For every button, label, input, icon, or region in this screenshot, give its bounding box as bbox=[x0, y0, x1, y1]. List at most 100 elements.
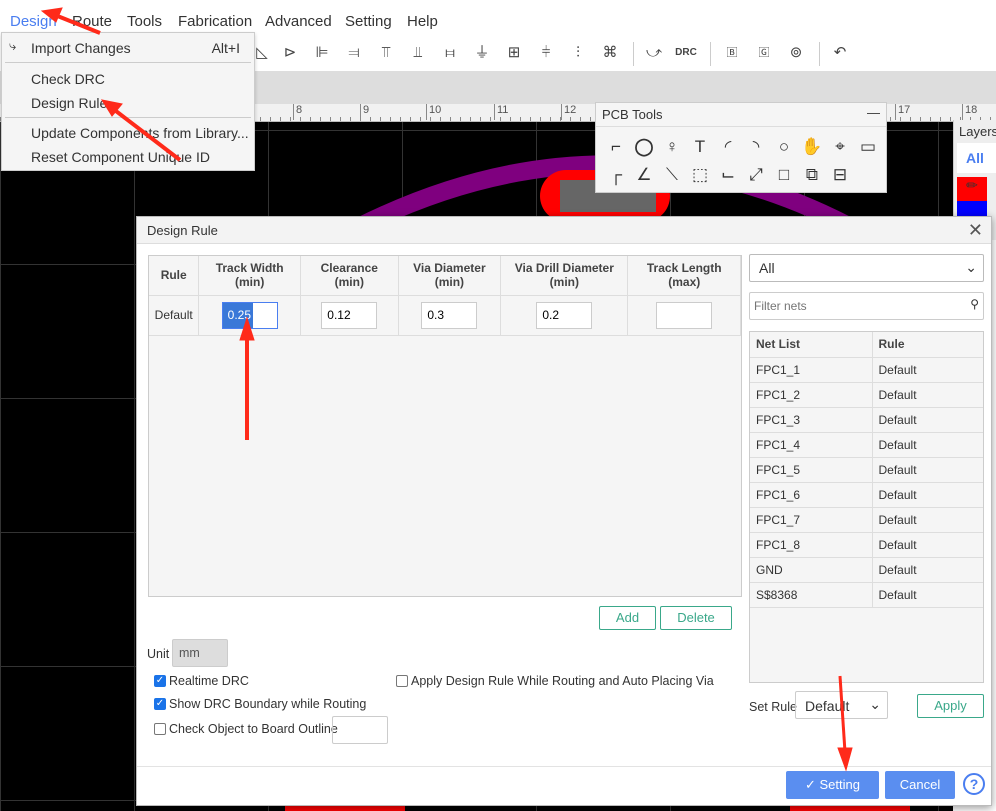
menu-design[interactable]: Design bbox=[10, 13, 57, 30]
net-row[interactable]: GND Default bbox=[750, 557, 983, 583]
net-row[interactable]: FPC1_5 Default bbox=[750, 457, 983, 483]
track-width-input[interactable] bbox=[221, 301, 278, 329]
delete-button[interactable]: Delete bbox=[660, 606, 732, 630]
board-b-icon[interactable]: 🄱 bbox=[720, 41, 744, 65]
col-net-rule: Rule bbox=[872, 332, 983, 358]
image-icon[interactable]: ▭ bbox=[856, 135, 880, 159]
grid-icon[interactable]: ⊞ bbox=[502, 41, 526, 65]
copper-area-icon[interactable]: ⬚ bbox=[688, 163, 712, 187]
add-button[interactable]: Add bbox=[599, 606, 656, 630]
menu-help[interactable]: Help bbox=[407, 13, 438, 30]
board-outline-input[interactable] bbox=[332, 716, 388, 744]
menu-fabrication[interactable]: Fabrication bbox=[178, 13, 252, 30]
track-icon[interactable]: ⌐ bbox=[604, 135, 628, 159]
net-row[interactable]: FPC1_4 Default bbox=[750, 432, 983, 458]
group-icon[interactable]: ⌘ bbox=[598, 41, 622, 65]
menu-item-design-rule[interactable]: Design Rule... bbox=[31, 95, 119, 111]
via-icon[interactable]: ♀ bbox=[660, 135, 684, 159]
solid-region-icon[interactable]: ⌙ bbox=[716, 163, 740, 187]
apply-button[interactable]: Apply bbox=[917, 694, 984, 718]
via-diameter-input[interactable] bbox=[421, 301, 478, 329]
net-row[interactable]: FPC1_6 Default bbox=[750, 482, 983, 508]
pad-icon[interactable]: ◯ bbox=[632, 135, 656, 159]
arc-icon[interactable]: ◜ bbox=[716, 135, 740, 159]
check-board-outline-checkbox[interactable]: Check Object to Board Outline bbox=[154, 722, 338, 736]
distribute-h-icon[interactable]: ⫩ bbox=[534, 41, 558, 65]
angle-icon[interactable]: ∠ bbox=[632, 163, 656, 187]
connect-icon[interactable]: ⟍ bbox=[660, 163, 684, 187]
net-row[interactable]: FPC1_2 Default bbox=[750, 382, 983, 408]
import-changes-icon[interactable]: ⤻ bbox=[642, 41, 666, 65]
pcb-tools-header[interactable]: PCB Tools — bbox=[596, 103, 886, 127]
circle-icon[interactable]: ○ bbox=[772, 135, 796, 159]
group-icon[interactable]: ⧉ bbox=[800, 163, 824, 187]
realtime-drc-checkbox[interactable]: ✓ Realtime DRC bbox=[154, 674, 249, 688]
checkbox-icon[interactable] bbox=[396, 675, 408, 687]
table-icon[interactable]: ⊟ bbox=[828, 163, 852, 187]
net-row[interactable]: FPC1_7 Default bbox=[750, 507, 983, 533]
toolbar-divider bbox=[633, 42, 634, 66]
back-icon[interactable]: ↶ bbox=[828, 41, 852, 65]
menu-item-import-changes[interactable]: Import Changes bbox=[31, 40, 131, 56]
minimize-button[interactable]: — bbox=[867, 105, 880, 120]
clearance-input[interactable] bbox=[321, 301, 378, 329]
layers-tab-all[interactable]: All bbox=[957, 143, 996, 173]
checkbox-icon[interactable]: ✓ bbox=[154, 698, 166, 710]
drc-icon[interactable]: DRC bbox=[674, 41, 698, 65]
align-right-icon[interactable]: ⫤ bbox=[342, 41, 366, 65]
dimension-icon[interactable]: ┌ bbox=[604, 163, 628, 187]
select-value: Default bbox=[805, 698, 850, 714]
checkbox-icon[interactable] bbox=[154, 723, 166, 735]
via-drill-input[interactable] bbox=[536, 301, 593, 329]
col-track-width: Track Width (min) bbox=[198, 256, 301, 296]
rectangle-icon[interactable]: □ bbox=[772, 163, 796, 187]
show-drc-boundary-checkbox[interactable]: ✓ Show DRC Boundary while Routing bbox=[154, 697, 366, 711]
align-vcenter-icon[interactable]: ⏚ bbox=[470, 41, 494, 65]
net-rule: Default bbox=[872, 482, 983, 508]
setting-button[interactable]: ✓ Setting bbox=[786, 771, 879, 799]
measure-icon[interactable]: ⤢ bbox=[744, 163, 768, 187]
center-arc-icon[interactable]: ◝ bbox=[744, 135, 768, 159]
net-row[interactable]: FPC1_8 Default bbox=[750, 532, 983, 558]
net-row[interactable]: FPC1_3 Default bbox=[750, 407, 983, 433]
net-class-select[interactable]: All ⌄ bbox=[749, 254, 984, 282]
menu-setting[interactable]: Setting bbox=[345, 13, 392, 30]
track-length-input[interactable] bbox=[656, 301, 713, 329]
align-hcenter-icon[interactable]: ⧦ bbox=[438, 41, 462, 65]
board-settings-icon[interactable]: ⊚ bbox=[784, 41, 808, 65]
shortcut: Alt+I bbox=[211, 40, 240, 56]
filter-nets-field[interactable]: ⚲ bbox=[749, 292, 984, 320]
set-rule-select[interactable]: Default ⌄ bbox=[795, 691, 888, 719]
unit-field[interactable]: mm bbox=[172, 639, 228, 667]
board-g-icon[interactable]: 🄶 bbox=[752, 41, 776, 65]
toolbar-divider bbox=[819, 42, 820, 66]
canvas-origin-icon[interactable]: ⌖ bbox=[828, 135, 852, 159]
menu-item-update-components[interactable]: Update Components from Library... bbox=[31, 125, 249, 141]
align-top-icon[interactable]: ⫪ bbox=[374, 41, 398, 65]
net-name: GND bbox=[750, 557, 873, 583]
layers-title: Layers bbox=[959, 124, 996, 139]
net-row[interactable]: S$8368 Default bbox=[750, 582, 983, 608]
align-bottom-icon[interactable]: ⫫ bbox=[406, 41, 430, 65]
pencil-icon[interactable]: ✏ bbox=[957, 177, 987, 201]
text-icon[interactable]: T bbox=[688, 135, 712, 159]
menu-route[interactable]: Route bbox=[72, 13, 112, 30]
hand-icon[interactable]: ✋ bbox=[800, 135, 824, 159]
chevron-down-icon: ⌄ bbox=[869, 696, 881, 712]
help-icon[interactable]: ? bbox=[963, 773, 985, 795]
distribute-v-icon[interactable]: ⫶ bbox=[566, 41, 590, 65]
flip-icon[interactable]: ⊳ bbox=[278, 41, 302, 65]
align-left-icon[interactable]: ⊫ bbox=[310, 41, 334, 65]
toolbar-divider bbox=[710, 42, 711, 66]
menu-advanced[interactable]: Advanced bbox=[265, 13, 332, 30]
ruler-label: 12 bbox=[561, 104, 576, 120]
checkbox-icon[interactable]: ✓ bbox=[154, 675, 166, 687]
close-icon[interactable]: ✕ bbox=[968, 220, 983, 241]
menu-item-check-drc[interactable]: Check DRC bbox=[31, 71, 105, 87]
menu-tools[interactable]: Tools bbox=[127, 13, 162, 30]
apply-rule-routing-checkbox[interactable]: Apply Design Rule While Routing and Auto… bbox=[396, 674, 714, 688]
cancel-button[interactable]: Cancel bbox=[885, 771, 955, 799]
net-row[interactable]: FPC1_1 Default bbox=[750, 357, 983, 383]
menu-item-reset-unique-id[interactable]: Reset Component Unique ID bbox=[31, 149, 210, 165]
filter-nets-input[interactable] bbox=[754, 294, 954, 318]
